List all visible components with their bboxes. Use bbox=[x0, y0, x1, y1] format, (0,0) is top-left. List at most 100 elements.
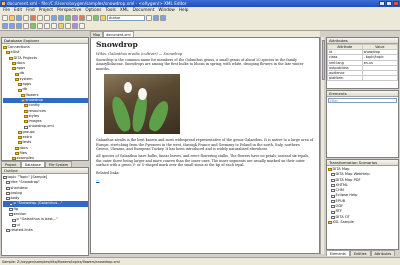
toolbar-row-2 bbox=[2, 22, 85, 30]
scenario-icon bbox=[331, 199, 335, 203]
forward-icon[interactable] bbox=[160, 15, 166, 21]
tab-elements[interactable]: Elements bbox=[326, 250, 350, 256]
folder-icon bbox=[24, 109, 28, 113]
print-icon[interactable] bbox=[23, 15, 29, 21]
folder-icon bbox=[15, 72, 19, 76]
insert-image-icon[interactable] bbox=[30, 23, 36, 29]
outline-item[interactable]: related-links bbox=[3, 228, 88, 233]
editor-scrollbar[interactable] bbox=[320, 37, 325, 254]
transformation-pane: Transformation Scenarios DITA Map DITA M… bbox=[326, 159, 399, 250]
leaf-shape bbox=[146, 98, 172, 134]
folder-icon bbox=[9, 56, 13, 60]
app-icon bbox=[1, 1, 6, 6]
outline-tree: topic "Topic" [Sample] title "Snowdrop" … bbox=[2, 174, 88, 233]
toolbar-row-1: Author bbox=[2, 14, 166, 22]
folder-icon bbox=[21, 93, 25, 97]
italic-icon[interactable] bbox=[9, 23, 15, 29]
related-link[interactable]: — bbox=[96, 178, 314, 182]
outline-pane: Outline topic "Topic" [Sample] title "Sn… bbox=[1, 167, 89, 256]
scenario-icon bbox=[331, 173, 335, 177]
folder-icon bbox=[18, 141, 22, 145]
status-bar: Sample: Z:/oxygen/samples/dita/flowers/t… bbox=[0, 257, 400, 265]
author-editor[interactable]: Snowdrop Wikis: Galanthus nivalis (culti… bbox=[90, 37, 320, 254]
minimize-button[interactable] bbox=[379, 1, 385, 6]
scenario-icon bbox=[328, 168, 332, 172]
insert-link-icon[interactable] bbox=[23, 23, 29, 29]
element-icon bbox=[6, 229, 10, 233]
element-icon bbox=[6, 186, 10, 190]
perspective-select[interactable]: Author bbox=[107, 15, 145, 21]
paste-icon[interactable] bbox=[44, 15, 50, 21]
cut-icon[interactable] bbox=[30, 15, 36, 21]
folder-icon bbox=[12, 62, 16, 66]
debug-icon[interactable] bbox=[79, 15, 85, 21]
redo-icon[interactable] bbox=[58, 15, 64, 21]
folder-icon bbox=[12, 67, 16, 71]
document-subtitle: Wikis: Galanthus nivalis (cultivar) — Sn… bbox=[96, 52, 183, 56]
insert-table-icon[interactable] bbox=[37, 23, 43, 29]
element-icon bbox=[9, 207, 13, 211]
tags-display-icon[interactable] bbox=[72, 23, 78, 29]
attributes-pane: Attributes Attribute Value id snowdrop cla… bbox=[326, 37, 399, 89]
elements-header: Elements bbox=[327, 91, 398, 97]
scenario-icon bbox=[328, 221, 332, 225]
insert-section-icon[interactable] bbox=[58, 23, 64, 29]
xpath-icon[interactable] bbox=[146, 15, 152, 21]
attributes-table: Attribute Value id snowdrop class - topic/t… bbox=[327, 43, 398, 82]
transform-icon[interactable] bbox=[72, 15, 78, 21]
save-icon[interactable] bbox=[16, 15, 22, 21]
folder-icon bbox=[15, 146, 19, 150]
scenario-icon bbox=[331, 184, 335, 188]
folder-icon bbox=[3, 46, 7, 50]
tab-attributes[interactable]: Attributes bbox=[370, 250, 396, 256]
scrollbar-thumb[interactable] bbox=[321, 40, 325, 80]
scenario-icon bbox=[331, 178, 335, 182]
paragraph-intro[interactable]: Snowdrop is the common name for members … bbox=[96, 58, 314, 71]
folder-icon bbox=[15, 77, 19, 81]
insert-paragraph-icon[interactable] bbox=[65, 23, 71, 29]
window-title: document.xml - file:/C:/Users/oxygen/sam… bbox=[7, 1, 187, 6]
undo-icon[interactable] bbox=[51, 15, 57, 21]
paragraph-galanthus[interactable]: Galanthus nivalis is the best known and … bbox=[96, 138, 314, 151]
ordered-list-icon[interactable] bbox=[44, 23, 50, 29]
element-icon bbox=[12, 218, 16, 222]
folder-icon bbox=[12, 157, 16, 160]
element-icon bbox=[6, 181, 10, 185]
elements-filter-input[interactable]: Filter bbox=[328, 98, 397, 103]
maximize-button[interactable] bbox=[386, 1, 392, 6]
window-controls bbox=[379, 1, 399, 6]
run-icon[interactable] bbox=[93, 15, 99, 21]
folder-icon bbox=[18, 88, 22, 92]
paragraph-species[interactable]: All species of Galanthus have bulbs, lin… bbox=[96, 154, 314, 167]
validate-icon[interactable] bbox=[65, 15, 71, 21]
scenario-icon bbox=[331, 210, 335, 214]
copy-icon[interactable] bbox=[37, 15, 43, 21]
new-file-icon[interactable] bbox=[2, 15, 8, 21]
find-icon[interactable] bbox=[86, 15, 92, 21]
folder-icon bbox=[15, 152, 19, 156]
back-icon[interactable] bbox=[153, 15, 159, 21]
folder-icon bbox=[24, 115, 28, 118]
tab-entities[interactable]: Entities bbox=[349, 250, 371, 256]
table-row[interactable]: platform bbox=[327, 75, 398, 82]
open-folder-icon[interactable] bbox=[9, 15, 15, 21]
document-heading: Snowdrop bbox=[96, 40, 138, 49]
folder-icon bbox=[18, 130, 22, 134]
snowdrop-photo bbox=[104, 74, 180, 135]
styles-icon[interactable] bbox=[79, 23, 85, 29]
element-icon bbox=[9, 202, 13, 206]
close-button[interactable] bbox=[393, 1, 399, 6]
bookmark-icon[interactable] bbox=[100, 15, 106, 21]
title-bar: document.xml - file:/C:/Users/oxygen/sam… bbox=[0, 0, 400, 7]
underline-icon[interactable] bbox=[16, 23, 22, 29]
scenario-icon bbox=[331, 205, 335, 209]
element-icon bbox=[6, 192, 10, 196]
folder-icon bbox=[18, 136, 22, 140]
folder-icon bbox=[21, 99, 25, 103]
main-toolbar: Author bbox=[0, 13, 400, 31]
scenario-item[interactable]: XSL Sample bbox=[328, 220, 398, 225]
bold-icon[interactable] bbox=[2, 23, 8, 29]
unordered-list-icon[interactable] bbox=[51, 23, 57, 29]
folder-icon bbox=[6, 51, 10, 55]
flower-shape bbox=[124, 82, 132, 94]
